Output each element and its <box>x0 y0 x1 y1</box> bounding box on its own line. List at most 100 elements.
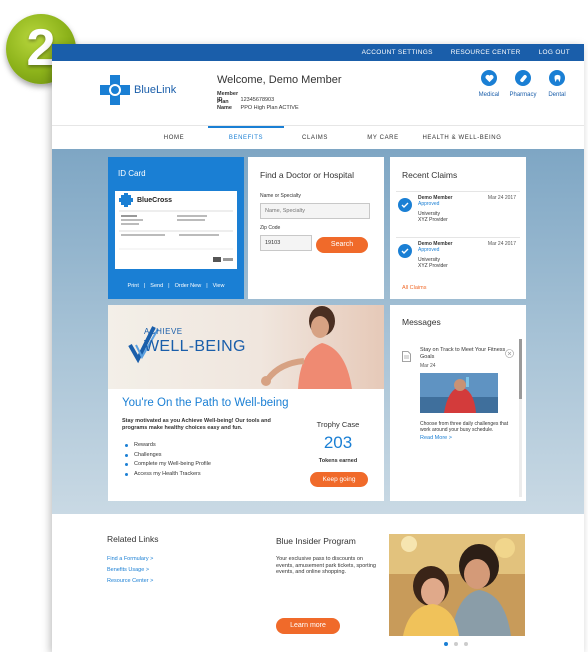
tooth-icon <box>549 70 565 86</box>
related-links-title: Related Links <box>107 534 159 544</box>
well-being-description: Stay motivated as you Achieve Well-being… <box>122 418 271 431</box>
blue-insider-description: Your exclusive pass to discounts on even… <box>276 556 376 575</box>
dental-link[interactable]: Dental <box>544 70 570 98</box>
message-photo <box>420 373 498 413</box>
learn-more-button[interactable]: Learn more <box>276 618 340 634</box>
utility-bar: ACCOUNT SETTINGS RESOURCE CENTER LOG OUT <box>52 44 584 61</box>
pill-icon <box>515 70 531 86</box>
search-button[interactable]: Search <box>316 237 368 253</box>
carousel-dot-2[interactable] <box>454 642 458 646</box>
claim-item[interactable]: Demo Member Approved University XYZ Prov… <box>396 191 520 231</box>
blue-insider-title: Blue Insider Program <box>276 536 356 546</box>
portal-window: ACCOUNT SETTINGS RESOURCE CENTER LOG OUT… <box>52 44 584 652</box>
nav-my-care[interactable]: MY CARE <box>358 126 408 150</box>
trackers-item[interactable]: Access my Health Trackers <box>125 470 211 480</box>
well-being-wordmark: WELL-BEING <box>144 338 246 355</box>
bluelink-logo[interactable]: BlueLink <box>100 71 210 109</box>
check-icon <box>398 244 412 258</box>
brand-wordmark: BlueLink <box>134 84 177 96</box>
read-more-link[interactable]: Read More > <box>420 435 452 441</box>
message-body: Choose from three daily challenges that … <box>420 421 509 433</box>
id-card-actions: Print | Send | Order New | View <box>108 283 244 289</box>
carousel-dot-1[interactable] <box>444 642 448 646</box>
log-out-link[interactable]: LOG OUT <box>539 49 570 56</box>
claim-provider-line2: XYZ Provider <box>418 263 448 269</box>
name-specialty-label: Name or Specialty <box>260 193 301 199</box>
separator-2: | <box>168 283 170 289</box>
send-link[interactable]: Send <box>150 283 163 289</box>
dental-label: Dental <box>548 92 566 98</box>
medical-label: Medical <box>478 92 500 98</box>
name-specialty-input[interactable] <box>260 203 370 219</box>
find-doctor-title: Find a Doctor or Hospital <box>260 170 355 180</box>
welcome-heading: Welcome, Demo Member <box>217 74 342 86</box>
id-card-brand: BlueCross <box>137 197 173 204</box>
pharmacy-link[interactable]: Pharmacy <box>509 70 537 98</box>
nav-health-well-being[interactable]: HEALTH & WELL-BEING <box>414 126 510 150</box>
well-being-panel: ACHIEVE WELL-BEING You're On the Path to… <box>108 305 384 501</box>
separator-3: | <box>206 283 208 289</box>
find-doctor-panel: Find a Doctor or Hospital Name or Specia… <box>248 157 384 299</box>
claim-provider-line2: XYZ Provider <box>418 217 448 223</box>
all-claims-link[interactable]: All Claims <box>402 285 426 291</box>
plan-name-value: PPO High Plan ACTIVE <box>240 105 299 111</box>
keep-going-button[interactable]: Keep going <box>310 472 368 487</box>
id-card-panel: ID Card BlueCross Print | Send | Order N… <box>108 157 244 299</box>
find-formulary-link[interactable]: Find a Formulary > <box>107 556 153 562</box>
view-link[interactable]: View <box>213 283 225 289</box>
message-title[interactable]: Stay on Track to Meet Your Fitness Goals <box>420 347 514 360</box>
header: BlueLink Welcome, Demo Member Member ID … <box>52 61 584 125</box>
scrollbar-thumb[interactable] <box>519 339 522 399</box>
tokens-count: 203 <box>323 433 353 452</box>
footer-section: Related Links Find a Formulary > Benefit… <box>52 514 584 652</box>
resource-center-footer-link[interactable]: Resource Center > <box>107 578 153 584</box>
medical-link[interactable]: Medical <box>476 70 502 98</box>
recent-claims-title: Recent Claims <box>402 170 458 180</box>
id-card-image[interactable]: BlueCross <box>115 191 237 269</box>
claim-date: Mar 24 2017 <box>487 241 516 247</box>
blue-cross-icon <box>100 75 130 105</box>
nav-home[interactable]: HOME <box>152 126 196 150</box>
plan-name-line: Plan Name PPO High Plan ACTIVE <box>217 99 299 111</box>
nav-benefits[interactable]: BENEFITS <box>208 126 284 150</box>
claim-item[interactable]: Demo Member Approved University XYZ Prov… <box>396 237 520 277</box>
plan-name-label: Plan Name <box>217 99 232 111</box>
messages-panel: Messages Stay on Track to Meet Your Fitn… <box>390 305 526 501</box>
messages-title: Messages <box>402 317 441 327</box>
check-icon <box>398 198 412 212</box>
challenges-item[interactable]: Challenges <box>125 451 211 461</box>
dashboard-content: ID Card BlueCross Print | Send | Order N… <box>52 149 584 514</box>
id-card-title: ID Card <box>118 169 146 178</box>
rewards-item[interactable]: Rewards <box>125 441 211 451</box>
recent-claims-panel: Recent Claims Demo Member Approved Unive… <box>390 157 526 299</box>
claim-status: Approved <box>418 247 440 253</box>
zip-code-input[interactable] <box>260 235 312 251</box>
claim-status: Approved <box>418 201 440 207</box>
benefits-usage-link[interactable]: Benefits Usage > <box>107 567 149 573</box>
carousel-dots <box>444 642 468 646</box>
nav-claims[interactable]: CLAIMS <box>292 126 338 150</box>
trophy-case-label: Trophy Case <box>316 420 360 429</box>
well-being-banner[interactable]: ACHIEVE WELL-BEING <box>108 305 384 389</box>
quick-links: Medical Pharmacy Dental <box>476 70 570 98</box>
tokens-earned-label: Tokens earned <box>318 458 358 464</box>
achieve-wordmark: ACHIEVE <box>144 327 183 336</box>
order-new-link[interactable]: Order New <box>175 283 202 289</box>
print-link[interactable]: Print <box>128 283 139 289</box>
heart-icon <box>481 70 497 86</box>
well-being-heading: You're On the Path to Well-being <box>122 397 289 409</box>
main-nav: HOME BENEFITS CLAIMS MY CARE HEALTH & WE… <box>52 125 584 149</box>
message-date: Mar 24 <box>420 363 436 369</box>
document-icon <box>402 349 411 367</box>
pharmacy-label: Pharmacy <box>509 92 537 98</box>
resource-center-link[interactable]: RESOURCE CENTER <box>451 49 521 56</box>
insider-photo <box>389 534 525 636</box>
profile-item[interactable]: Complete my Well-being Profile <box>125 460 211 470</box>
zip-code-label: Zip Code <box>260 225 281 231</box>
separator-1: | <box>143 283 146 289</box>
well-being-list: Rewards Challenges Complete my Well-bein… <box>122 441 211 479</box>
account-settings-link[interactable]: ACCOUNT SETTINGS <box>362 49 433 56</box>
claim-date: Mar 24 2017 <box>487 195 516 201</box>
carousel-dot-3[interactable] <box>464 642 468 646</box>
messages-scrollbar[interactable] <box>519 339 522 497</box>
